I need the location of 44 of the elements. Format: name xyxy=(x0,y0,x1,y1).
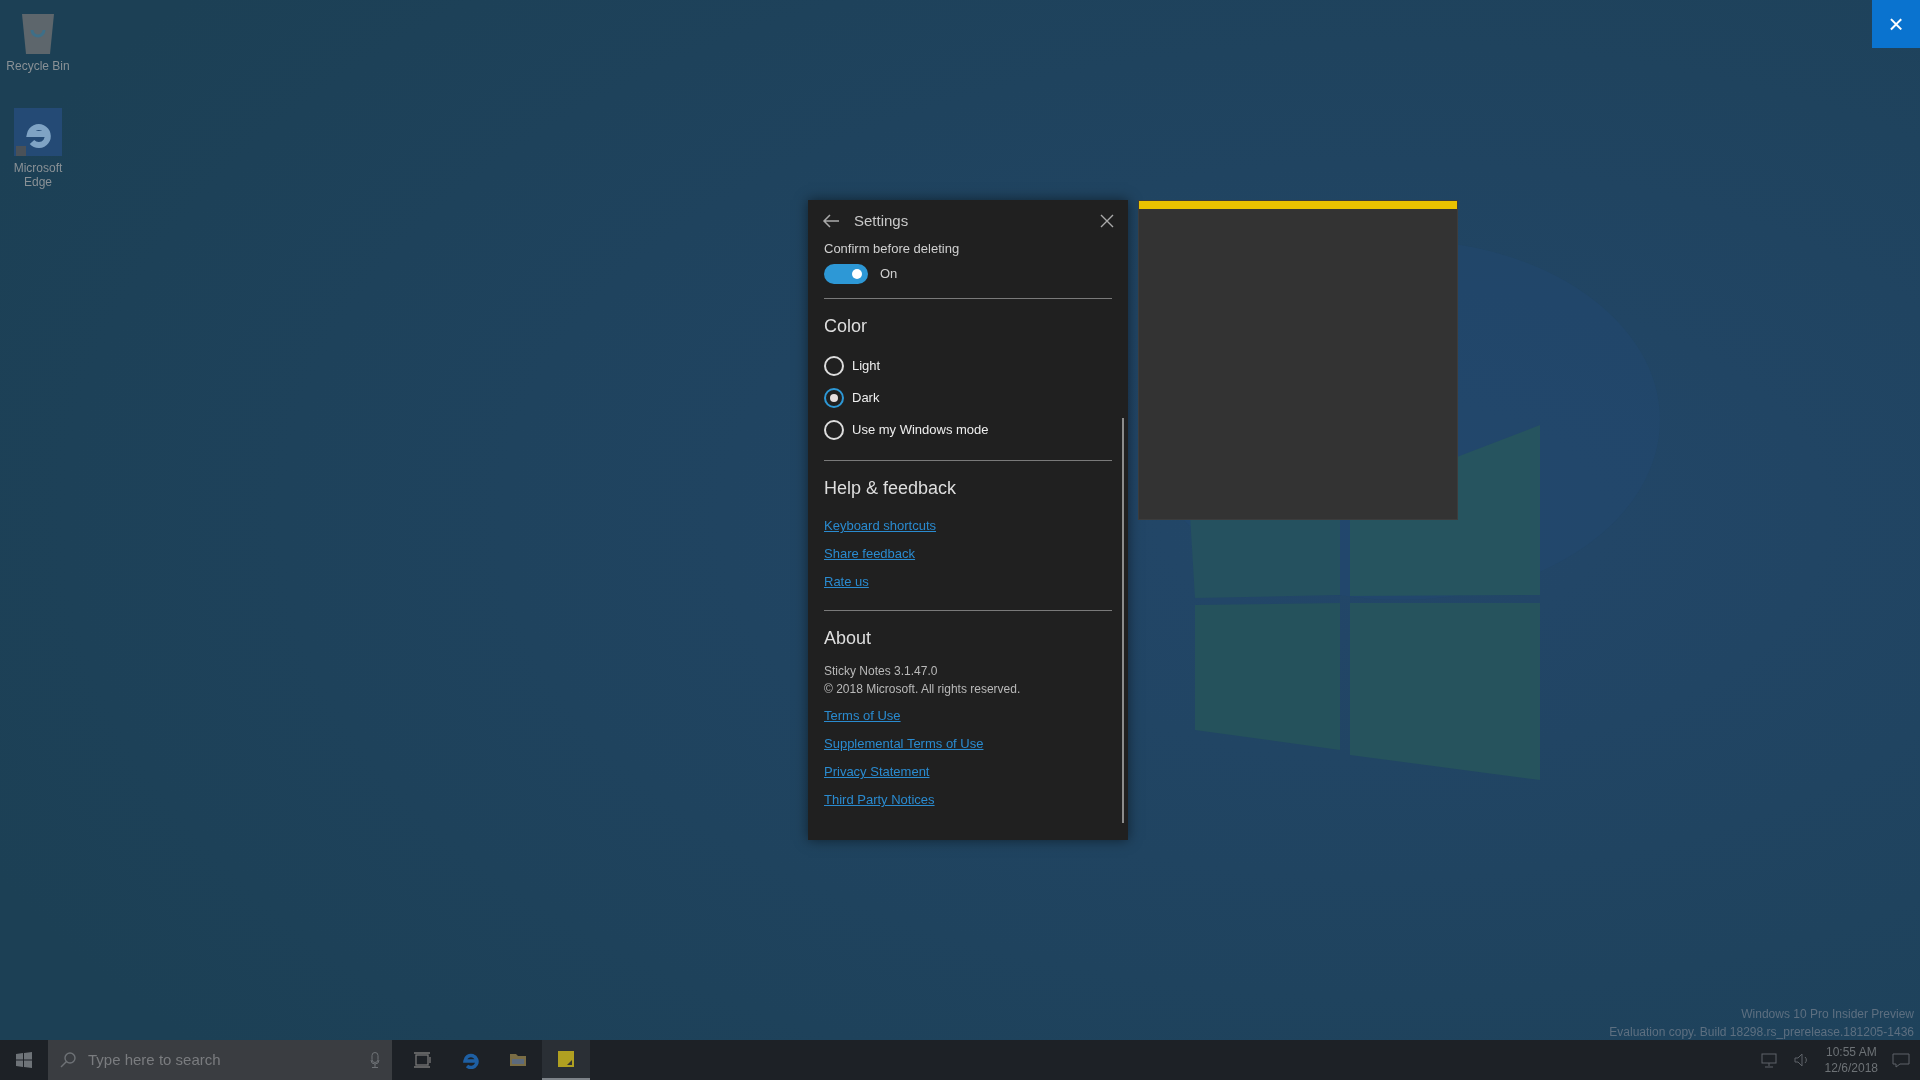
radio-option[interactable]: Use my Windows mode xyxy=(824,414,1112,446)
link[interactable]: Supplemental Terms of Use xyxy=(824,734,984,754)
link[interactable]: Share feedback xyxy=(824,544,916,564)
close-button[interactable]: × xyxy=(1872,0,1920,48)
browser-icon xyxy=(461,1051,479,1069)
search-field[interactable]: Type here to search xyxy=(86,1047,360,1073)
link[interactable]: Privacy Statement xyxy=(824,762,930,782)
microphone-icon xyxy=(370,1052,380,1068)
radio-option[interactable]: Light xyxy=(824,350,1112,382)
windows-icon xyxy=(16,1052,32,1068)
build-info-text: Evaluation copy. Build 18298.rs_prerelease.181205-1436 xyxy=(1609,1024,1914,1041)
radio-option[interactable]: Dark xyxy=(824,382,1112,414)
about-text: © 2018 Microsoft. All rights reserved. xyxy=(824,681,1022,698)
section-heading: Color xyxy=(824,315,867,338)
link[interactable]: Keyboard shortcuts xyxy=(824,516,936,536)
icon-label: Microsoft Edge xyxy=(12,162,64,190)
network-icon xyxy=(1760,1052,1779,1068)
close-button[interactable] xyxy=(1098,212,1116,230)
link[interactable]: Terms of Use xyxy=(824,706,901,726)
browser-icon xyxy=(14,108,62,158)
clock-date: 12/6/2018 xyxy=(1824,1060,1878,1076)
about-text: Sticky Notes 3.1.47.0 xyxy=(824,663,939,680)
search-box[interactable]: Type here to search xyxy=(48,1040,392,1080)
task-view-icon xyxy=(413,1051,431,1069)
search-icon xyxy=(60,1052,76,1068)
link[interactable]: Third Party Notices xyxy=(824,790,935,810)
scrollbar[interactable] xyxy=(1122,418,1124,823)
build-info-text: Windows 10 Pro Insider Preview xyxy=(1741,1006,1914,1023)
folder-icon xyxy=(509,1051,527,1069)
section-heading: Help & feedback xyxy=(824,477,957,500)
back-button[interactable] xyxy=(820,212,842,230)
icon-label: Recycle Bin xyxy=(6,60,70,74)
clock-time: 10:55 AM xyxy=(1825,1044,1877,1060)
setting-label: Confirm before deleting xyxy=(824,240,960,258)
notification-icon xyxy=(1892,1052,1910,1068)
back-arrow-icon xyxy=(822,214,840,228)
taskbar-app[interactable] xyxy=(542,1040,590,1080)
close-icon xyxy=(1100,214,1114,228)
toggle-state: On xyxy=(880,265,898,284)
section-heading: About xyxy=(824,627,872,650)
note-icon xyxy=(557,1050,575,1068)
link[interactable]: Rate us xyxy=(824,572,869,592)
toggle-switch[interactable] xyxy=(824,264,868,284)
panel-title: Settings xyxy=(854,210,910,231)
